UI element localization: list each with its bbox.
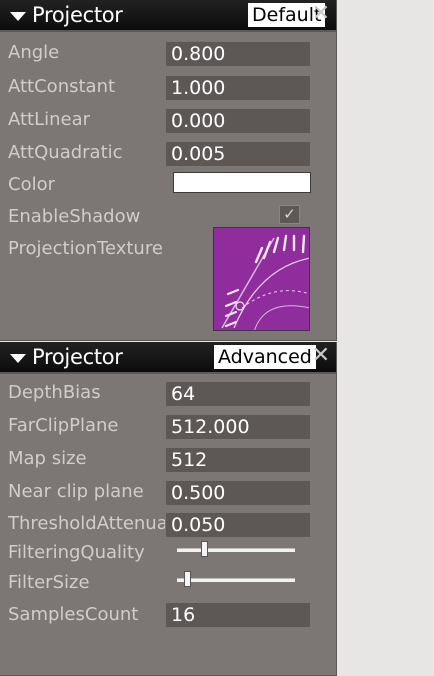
samplescount-field[interactable]: 16	[166, 603, 310, 627]
close-icon[interactable]: ✕	[312, 2, 330, 26]
nearclipplane-label: Near clip plane	[8, 481, 144, 502]
collapse-arrow-icon[interactable]	[10, 354, 26, 363]
filtersize-label: FilterSize	[8, 572, 90, 593]
mapsize-field[interactable]: 512	[166, 448, 310, 472]
thresholdattenuation-field[interactable]: 0.050	[166, 513, 310, 537]
slider-knob[interactable]	[184, 571, 191, 587]
filteringquality-slider[interactable]	[177, 540, 295, 560]
collapse-arrow-icon[interactable]	[10, 12, 26, 21]
mapsize-label: Map size	[8, 448, 87, 469]
slider-knob[interactable]	[201, 541, 208, 557]
panel-title: Projector	[32, 345, 123, 369]
projector-default-panel: Projector Default ✕ Angle 0.800 AttConst…	[0, 0, 337, 341]
projectiontexture-label: ProjectionTexture	[8, 238, 163, 259]
filtersize-slider[interactable]	[177, 570, 295, 590]
close-icon[interactable]: ✕	[312, 344, 330, 368]
farclipplane-label: FarClipPlane	[8, 415, 119, 436]
caligari-logo-image	[214, 228, 309, 330]
enableshadow-label: EnableShadow	[8, 206, 141, 227]
angle-label: Angle	[8, 42, 60, 63]
attlinear-label: AttLinear	[8, 109, 91, 130]
farclipplane-field[interactable]: 512.000	[166, 415, 310, 439]
color-swatch[interactable]	[173, 172, 311, 193]
projector-advanced-panel: Projector Advanced ✕ DepthBias 64 FarCli…	[0, 342, 337, 676]
slider-track	[177, 578, 295, 582]
attconstant-field[interactable]: 1.000	[166, 76, 310, 100]
angle-field[interactable]: 0.800	[166, 42, 310, 66]
preset-tab-advanced[interactable]: Advanced	[214, 345, 316, 369]
filteringquality-label: FilteringQuality	[8, 542, 145, 563]
attlinear-field[interactable]: 0.000	[166, 109, 310, 133]
attquadratic-field[interactable]: 0.005	[166, 142, 310, 166]
attconstant-label: AttConstant	[8, 76, 116, 97]
panel-header[interactable]: Projector Default ✕	[0, 0, 336, 32]
projection-texture-thumbnail[interactable]	[213, 227, 310, 331]
depthbias-field[interactable]: 64	[166, 382, 310, 406]
depthbias-label: DepthBias	[8, 382, 101, 403]
attquadratic-label: AttQuadratic	[8, 142, 123, 163]
panel-title: Projector	[32, 3, 123, 27]
panel-header[interactable]: Projector Advanced ✕	[0, 342, 336, 374]
enableshadow-checkbox[interactable]: ✓	[279, 205, 300, 224]
nearclipplane-field[interactable]: 0.500	[166, 481, 310, 505]
thresholdattenuation-label: ThresholdAttenuation	[8, 513, 165, 534]
samplescount-label: SamplesCount	[8, 604, 139, 625]
slider-track	[177, 548, 295, 552]
color-label: Color	[8, 174, 55, 195]
